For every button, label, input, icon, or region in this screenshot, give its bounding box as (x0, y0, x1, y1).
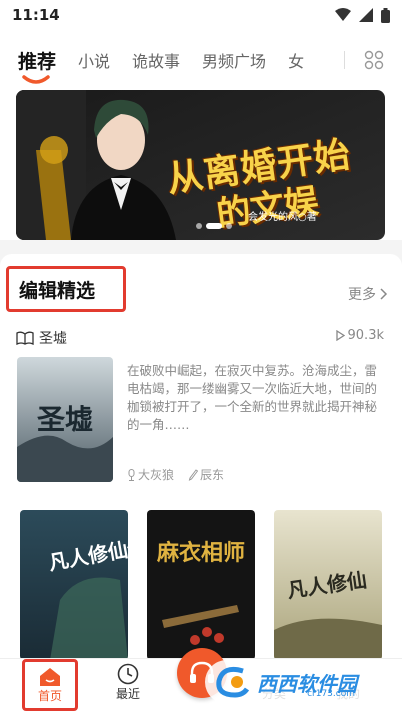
grid-icon (364, 50, 384, 70)
carousel-dot-active (206, 223, 222, 229)
home-icon (40, 667, 60, 686)
signal-icon (359, 8, 373, 22)
nav-home-label: 首页 (37, 688, 62, 703)
carousel-dot (226, 223, 232, 229)
tab-novel[interactable]: 小说 (78, 48, 110, 72)
tab-female-channel[interactable]: 女 (288, 48, 304, 72)
battery-icon (381, 7, 390, 23)
tab-label: 小说 (78, 52, 111, 71)
book-card[interactable]: 麻衣相师 (147, 510, 255, 660)
banner-author: 会发光的风○著 (248, 212, 317, 223)
tab-ghost-stories[interactable]: 诡故事 (132, 48, 180, 72)
featured-title: 圣墟 (39, 331, 67, 347)
play-count: 90.3k (335, 328, 384, 343)
book-card[interactable]: 凡人修仙 (274, 510, 382, 660)
nav-home[interactable]: 首页 (22, 659, 78, 711)
nav-recent[interactable]: 最近 (98, 663, 158, 702)
status-icons (335, 7, 390, 23)
banner-carousel[interactable]: 从离婚开始 的文娱 会发光的风○著 (16, 90, 385, 240)
carousel-dots (196, 223, 232, 229)
book-cover-art: 麻衣相师 (147, 510, 255, 660)
author-name: 辰东 (200, 468, 225, 482)
tab-divider (344, 51, 345, 69)
category-grid-button[interactable] (360, 46, 388, 74)
wifi-icon (335, 8, 351, 21)
featured-description: 在破败中崛起，在寂灭中复苏。沧海成尘，雷电枯竭，那一缕幽雾又一次临近大地，世间的… (127, 363, 378, 432)
author: 辰东 (188, 466, 224, 483)
watermark-sub: cr173.com (307, 689, 355, 699)
section-title: 编辑精选 (19, 279, 96, 302)
tab-label: 诡故事 (132, 52, 181, 71)
tab-male-channel[interactable]: 男频广场 (202, 48, 266, 72)
watermark-logo (216, 666, 250, 698)
featured-meta: 大灰狼 辰东 (127, 466, 224, 483)
tab-label: 推荐 (18, 50, 57, 73)
status-bar: 11:14 (0, 0, 402, 30)
status-time: 11:14 (12, 6, 60, 24)
play-icon (335, 330, 345, 341)
nav-recent-label: 最近 (115, 687, 140, 701)
featured-book-title[interactable]: 圣墟 (16, 328, 67, 348)
banner-area: 从离婚开始 的文娱 会发光的风○著 (0, 90, 402, 240)
more-link[interactable]: 更多 (348, 284, 388, 304)
tab-fade (304, 30, 344, 90)
clock-icon (117, 663, 139, 685)
tab-recommend[interactable]: 推荐 (18, 47, 57, 84)
microphone-icon (128, 468, 135, 481)
book-cover-art: 凡人修仙传 (20, 510, 128, 660)
tab-label: 男频广场 (202, 52, 267, 71)
book-cover-art: 凡人修仙 (274, 510, 382, 660)
carousel-dot (196, 223, 202, 229)
watermark: 西西软件园 cr173.com (205, 660, 383, 704)
tab-active-indicator (22, 74, 50, 84)
book-cover-title: 麻衣相师 (156, 540, 245, 566)
pen-icon (188, 468, 199, 481)
top-tab-bar: 推荐 小说 诡故事 男频广场 女 (0, 30, 402, 90)
more-label: 更多 (348, 287, 376, 303)
featured-cover-art: 圣墟 (17, 357, 113, 482)
play-count-value: 90.3k (347, 328, 384, 343)
featured-cover-title: 圣墟 (37, 403, 93, 436)
book-card[interactable]: 凡人修仙传 (20, 510, 128, 660)
narrator: 大灰狼 (127, 466, 174, 483)
book-icon (16, 331, 34, 345)
featured-cover[interactable]: 圣墟 (17, 357, 113, 482)
narrator-name: 大灰狼 (138, 468, 175, 482)
editors-picks-section: 编辑精选 更多 圣墟 90.3k 圣墟 在破败中崛起，在寂灭中复苏。沧海成尘，雷… (0, 254, 402, 715)
chevron-right-icon (380, 288, 388, 300)
tab-label: 女 (288, 52, 305, 71)
section-header-highlight: 编辑精选 (6, 266, 126, 312)
